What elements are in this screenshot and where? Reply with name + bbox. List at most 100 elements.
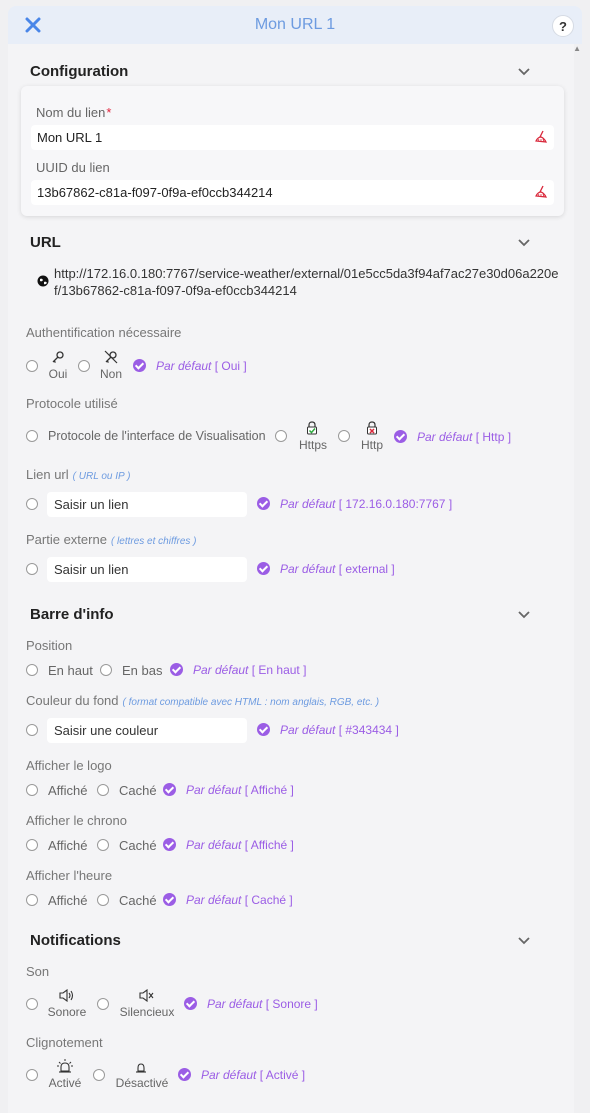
auth-yes-label: Oui xyxy=(48,367,68,381)
link-uuid-value: 13b67862-c81a-f097-0f9a-ef0ccb344214 xyxy=(37,185,273,200)
link-uuid-label: UUID du lien xyxy=(36,160,110,175)
hour-shown-radio[interactable] xyxy=(26,894,38,906)
bgcolor-default-radio[interactable] xyxy=(257,723,270,736)
external-hint: ( lettres et chiffres ) xyxy=(110,536,197,547)
scroll-up-arrow[interactable]: ▲ xyxy=(573,44,581,53)
link-url-hint: ( URL ou IP ) xyxy=(72,471,131,482)
chrono-shown-radio[interactable] xyxy=(26,839,38,851)
blink-off-label: Désactivé xyxy=(115,1076,169,1090)
hour-default-radio[interactable] xyxy=(163,893,176,906)
generated-url: http://172.16.0.180:7767/service-weather… xyxy=(54,266,559,298)
protocol-label: Protocole utilisé xyxy=(26,396,118,411)
bgcolor-hint: ( format compatible avec HTML : nom angl… xyxy=(122,697,380,708)
section-info-bar-title: Barre d'info xyxy=(30,606,114,623)
external-custom-radio[interactable] xyxy=(26,563,38,575)
position-top-radio[interactable] xyxy=(26,664,38,676)
page-title: Mon URL 1 xyxy=(254,16,336,33)
clear-brush-icon[interactable] xyxy=(534,130,548,144)
auth-default-radio[interactable] xyxy=(133,359,146,372)
sound-silent-radio[interactable] xyxy=(97,998,109,1010)
protocol-https-label: Https xyxy=(298,438,327,452)
external-default-radio[interactable] xyxy=(257,562,270,575)
chrono-label: Afficher le chrono xyxy=(26,813,127,828)
sound-silent-label: Silencieux xyxy=(119,1005,175,1019)
scrollbar[interactable] xyxy=(576,58,584,1108)
lock-x-icon xyxy=(367,421,377,435)
external-input[interactable]: Saisir un lien xyxy=(47,557,247,582)
lock-check-icon xyxy=(307,421,317,435)
protocol-default-radio[interactable] xyxy=(394,430,407,443)
globe-icon xyxy=(37,275,49,287)
clear-brush-icon[interactable] xyxy=(534,185,548,199)
position-bottom-radio[interactable] xyxy=(100,664,112,676)
logo-default-radio[interactable] xyxy=(163,783,176,796)
logo-label: Afficher le logo xyxy=(26,758,112,773)
chrono-default-label: Par défaut [ Affiché ] xyxy=(186,838,294,852)
logo-shown-label: Affiché xyxy=(48,783,88,798)
bgcolor-input[interactable]: Saisir une couleur xyxy=(47,718,247,743)
required-mark: * xyxy=(106,105,112,120)
link-url-default-radio[interactable] xyxy=(257,497,270,510)
key-icon xyxy=(52,351,64,363)
blink-on-label: Activé xyxy=(48,1076,82,1090)
protocol-https-radio[interactable] xyxy=(275,430,287,442)
chevron-down-icon[interactable] xyxy=(516,66,532,78)
link-uuid-field[interactable]: 13b67862-c81a-f097-0f9a-ef0ccb344214 xyxy=(31,180,554,205)
logo-shown-radio[interactable] xyxy=(26,784,38,796)
protocol-interface-radio[interactable] xyxy=(26,430,38,442)
link-url-label: Lien url( URL ou IP ) xyxy=(26,467,131,482)
chevron-down-icon[interactable] xyxy=(516,609,532,621)
hour-label: Afficher l'heure xyxy=(26,868,113,883)
link-url-custom-radio[interactable] xyxy=(26,498,38,510)
auth-yes-radio[interactable] xyxy=(26,360,38,372)
chevron-down-icon[interactable] xyxy=(516,935,532,947)
external-label: Partie externe( lettres et chiffres ) xyxy=(26,532,197,547)
section-configuration-title: Configuration xyxy=(30,63,129,80)
hour-hidden-label: Caché xyxy=(119,893,157,908)
speaker-icon xyxy=(59,989,74,1002)
sound-default-radio[interactable] xyxy=(184,997,197,1010)
position-bottom-label: En bas xyxy=(122,663,163,678)
logo-hidden-radio[interactable] xyxy=(97,784,109,796)
link-url-input[interactable]: Saisir un lien xyxy=(47,492,247,517)
protocol-http-radio[interactable] xyxy=(338,430,350,442)
chevron-down-icon[interactable] xyxy=(516,237,532,249)
link-name-value: Mon URL 1 xyxy=(37,130,103,145)
auth-no-radio[interactable] xyxy=(78,360,90,372)
bgcolor-custom-radio[interactable] xyxy=(26,724,38,736)
hour-shown-label: Affiché xyxy=(48,893,88,908)
bgcolor-default-label: Par défaut [ #343434 ] xyxy=(280,723,399,737)
hour-default-label: Par défaut [ Caché ] xyxy=(186,893,293,907)
auth-default-label: Par défaut [ Oui ] xyxy=(156,359,247,373)
section-notifications-title: Notifications xyxy=(30,932,121,949)
auth-label: Authentification nécessaire xyxy=(26,325,182,340)
auth-no-label: Non xyxy=(99,367,122,381)
blink-label: Clignotement xyxy=(26,1035,103,1050)
link-url-default-label: Par défaut [ 172.16.0.180:7767 ] xyxy=(280,497,453,511)
protocol-interface-label: Protocole de l'interface de Visualisatio… xyxy=(48,429,266,443)
sound-loud-radio[interactable] xyxy=(26,998,38,1010)
position-default-radio[interactable] xyxy=(170,663,183,676)
sound-label: Son xyxy=(26,964,50,979)
close-icon xyxy=(25,17,41,33)
help-icon: ? xyxy=(559,18,567,34)
help-button[interactable]: ? xyxy=(552,15,574,37)
position-label: Position xyxy=(26,638,73,653)
section-url-title: URL xyxy=(30,234,61,251)
logo-default-label: Par défaut [ Affiché ] xyxy=(186,783,294,797)
link-name-field[interactable]: Mon URL 1 xyxy=(31,125,554,150)
hour-hidden-radio[interactable] xyxy=(97,894,109,906)
sound-default-label: Par défaut [ Sonore ] xyxy=(207,997,318,1011)
blink-off-radio[interactable] xyxy=(93,1069,105,1081)
blink-on-radio[interactable] xyxy=(26,1069,38,1081)
key-off-icon xyxy=(104,350,118,364)
close-button[interactable] xyxy=(20,12,46,38)
siren-off-icon xyxy=(136,1063,146,1073)
protocol-http-label: Http xyxy=(360,438,383,452)
speaker-mute-icon xyxy=(139,989,154,1002)
chrono-default-radio[interactable] xyxy=(163,838,176,851)
siren-on-icon xyxy=(57,1059,73,1073)
modal-header: Mon URL 1 ? xyxy=(8,6,582,44)
blink-default-radio[interactable] xyxy=(178,1068,191,1081)
chrono-hidden-radio[interactable] xyxy=(97,839,109,851)
